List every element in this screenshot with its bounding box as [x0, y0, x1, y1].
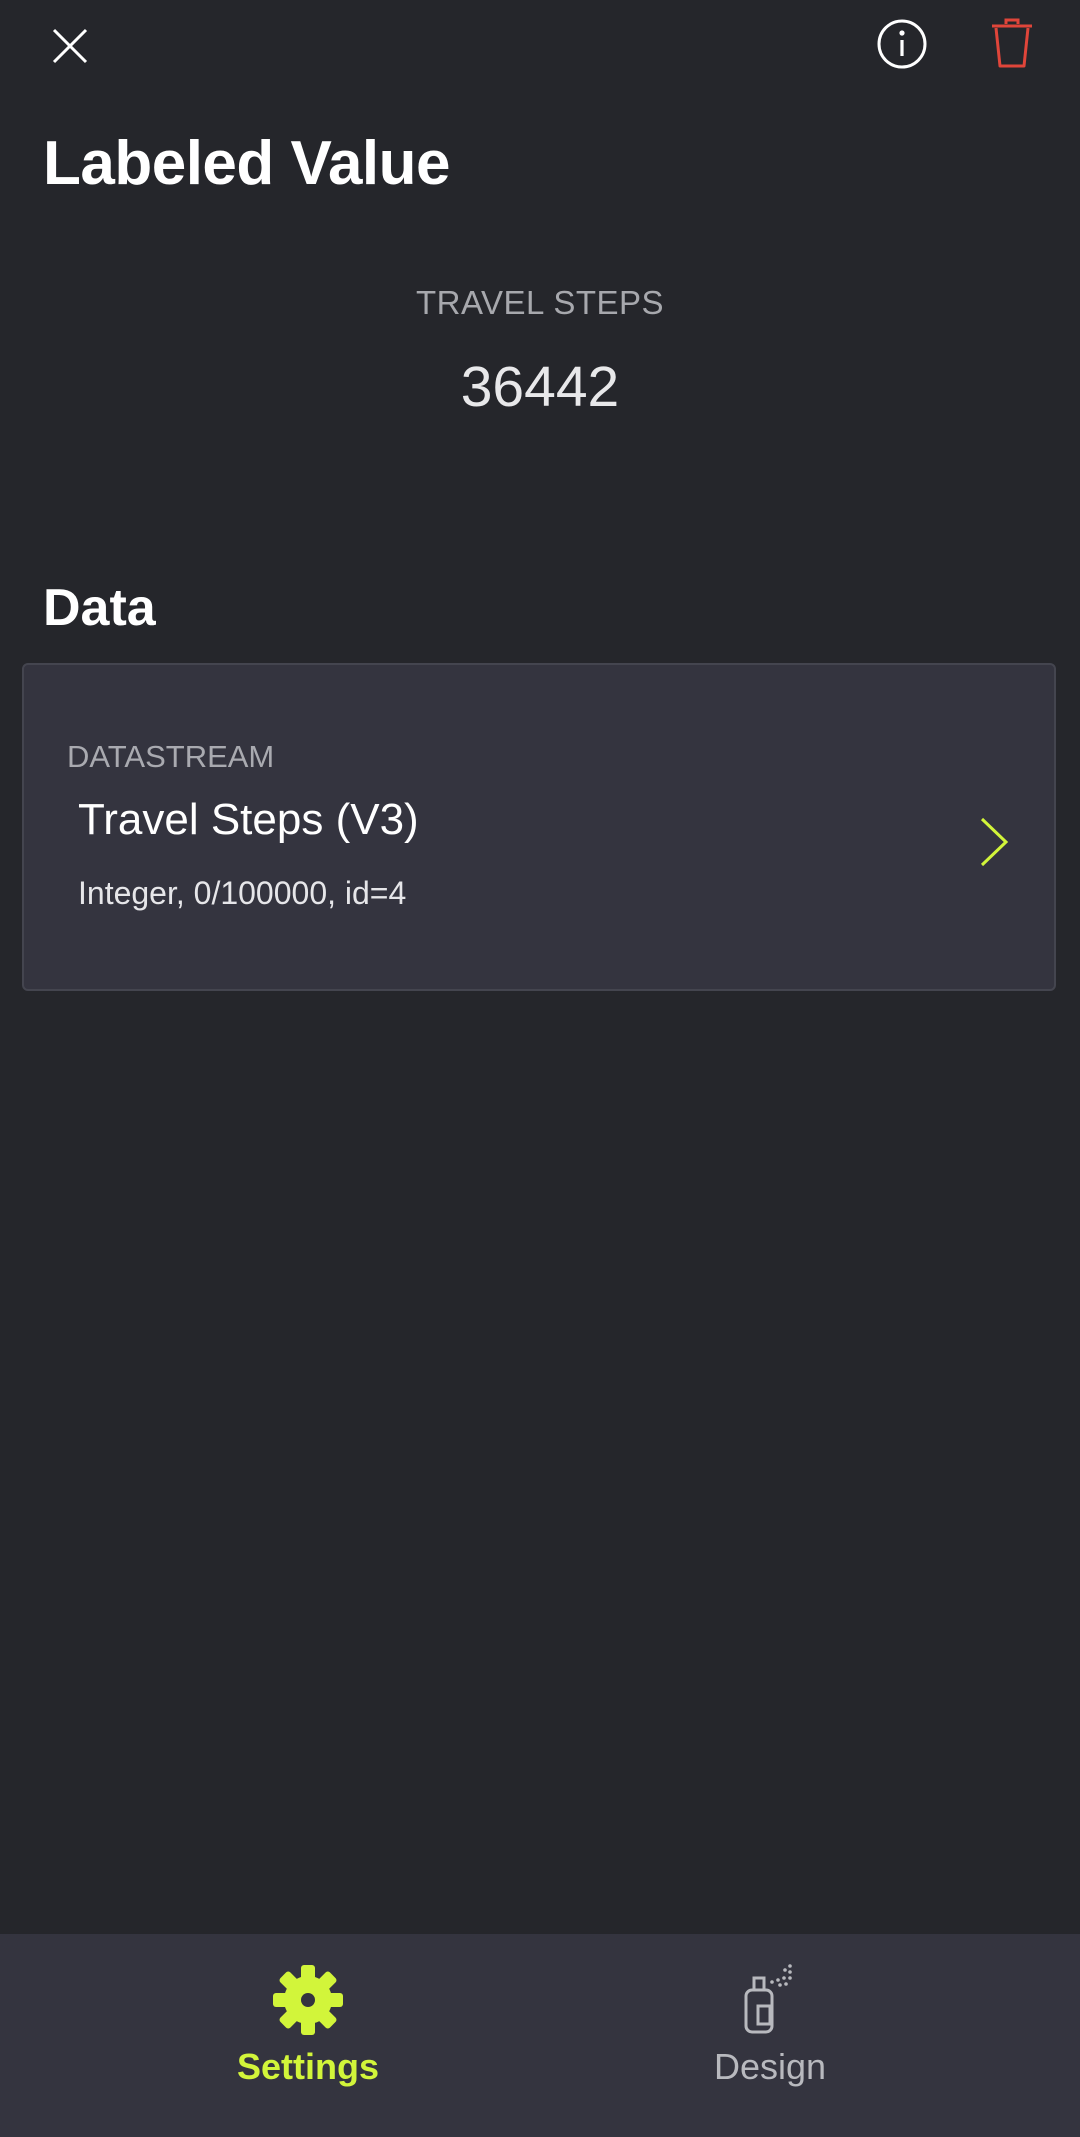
- datastream-label: DATASTREAM: [67, 739, 275, 774]
- datastream-card[interactable]: DATASTREAM Travel Steps (V3) Integer, 0/…: [22, 663, 1056, 991]
- preview-value: 36442: [460, 355, 620, 419]
- tab-settings-label: Settings: [236, 2046, 379, 2087]
- delete-button[interactable]: [982, 14, 1042, 74]
- data-section-title: Data: [43, 579, 156, 637]
- preview-label: TRAVEL STEPS: [415, 284, 665, 321]
- tab-design[interactable]: Design: [620, 1934, 920, 2137]
- gear-icon: [273, 1965, 343, 2035]
- datastream-name: Travel Steps (V3): [78, 795, 419, 844]
- page-title: Labeled Value: [43, 129, 451, 198]
- top-bar: [0, 0, 1080, 90]
- tab-design-label: Design: [713, 2046, 827, 2087]
- info-button[interactable]: [872, 14, 932, 74]
- chevron-right-icon: [980, 817, 1009, 867]
- info-icon: [877, 19, 927, 69]
- trash-icon: [992, 18, 1032, 68]
- spray-can-icon: [744, 1964, 792, 2034]
- datastream-description: Integer, 0/100000, id=4: [78, 875, 407, 911]
- widget-settings-screen: Labeled Value TRAVEL STEPS 36442 Data DA…: [0, 0, 1080, 2137]
- close-button[interactable]: [40, 16, 100, 76]
- close-icon: [52, 28, 88, 64]
- bottom-nav: Settings Design: [0, 1934, 1080, 2137]
- tab-settings[interactable]: Settings: [158, 1934, 458, 2137]
